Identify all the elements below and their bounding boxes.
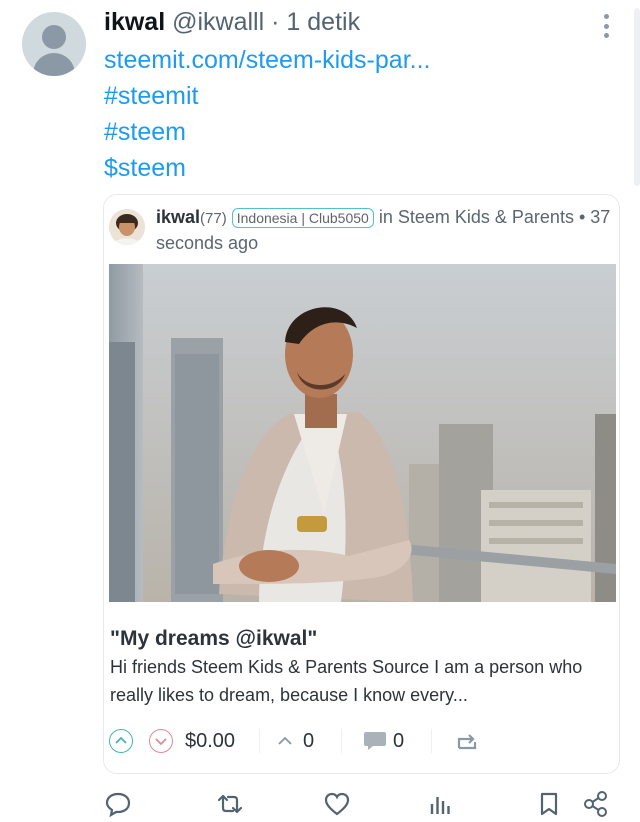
comment-count[interactable]: 0 (393, 727, 404, 755)
cashtag-steem[interactable]: $steem (104, 150, 430, 186)
tweet-header: ikwal @ikwalll · 1 detik (104, 6, 360, 38)
tweet-link[interactable]: steemit.com/steem-kids-par... (104, 42, 430, 78)
author-handle[interactable]: @ikwalll (172, 8, 264, 36)
share-icon[interactable] (582, 790, 610, 818)
retweet-icon[interactable] (216, 790, 244, 818)
card-author-avatar[interactable] (109, 209, 145, 245)
community-badge: Indonesia | Club5050 (231, 208, 374, 228)
post-actions: $0.00 0 0 (109, 725, 609, 757)
post-excerpt: Hi friends Steem Kids & Parents Source I… (110, 657, 583, 705)
card-author-reputation: (77) (200, 210, 227, 227)
hashtag-steem[interactable]: #steem (104, 114, 430, 150)
post-title[interactable]: "My dreams @ikwal" (110, 625, 317, 653)
avatar[interactable] (22, 12, 86, 76)
chevron-up-icon (115, 736, 127, 744)
action-divider (259, 729, 260, 753)
comment-icon[interactable] (363, 730, 387, 752)
author-name[interactable]: ikwal (104, 8, 165, 36)
reply-icon[interactable] (104, 790, 132, 818)
card-author-name[interactable]: ikwal (156, 207, 200, 227)
vote-count[interactable]: 0 (303, 727, 314, 755)
meta-bullet: • (578, 207, 586, 227)
downvote-button[interactable] (149, 729, 173, 753)
post-image[interactable] (109, 264, 616, 602)
hashtag-steemit[interactable]: #steemit (104, 78, 430, 114)
avatar-head (42, 25, 66, 49)
tweet-time[interactable]: 1 detik (286, 8, 360, 36)
payout-value[interactable]: $0.00 (185, 727, 235, 755)
action-divider (431, 729, 432, 753)
vote-count-arrow-icon[interactable] (275, 731, 295, 751)
tweet-body: steemit.com/steem-kids-par... #steemit #… (104, 42, 430, 186)
more-options-icon[interactable] (596, 14, 616, 38)
tweet-action-bar (0, 786, 640, 822)
resteem-icon[interactable] (455, 731, 479, 753)
header-separator: · (271, 8, 280, 36)
upvote-button[interactable] (109, 729, 133, 753)
bookmark-icon[interactable] (535, 790, 563, 818)
views-icon[interactable] (427, 790, 455, 818)
chevron-down-icon (155, 738, 167, 746)
avatar-body (33, 53, 75, 76)
action-divider (341, 729, 342, 753)
in-label: in (378, 207, 393, 227)
card-meta: ikwal(77) Indonesia | Club5050 in Steem … (156, 205, 611, 255)
community-name[interactable]: Steem Kids & Parents (398, 207, 574, 227)
scroll-indicator[interactable] (634, 8, 640, 186)
link-preview-card[interactable]: ikwal(77) Indonesia | Club5050 in Steem … (103, 194, 620, 774)
like-icon[interactable] (323, 790, 351, 818)
